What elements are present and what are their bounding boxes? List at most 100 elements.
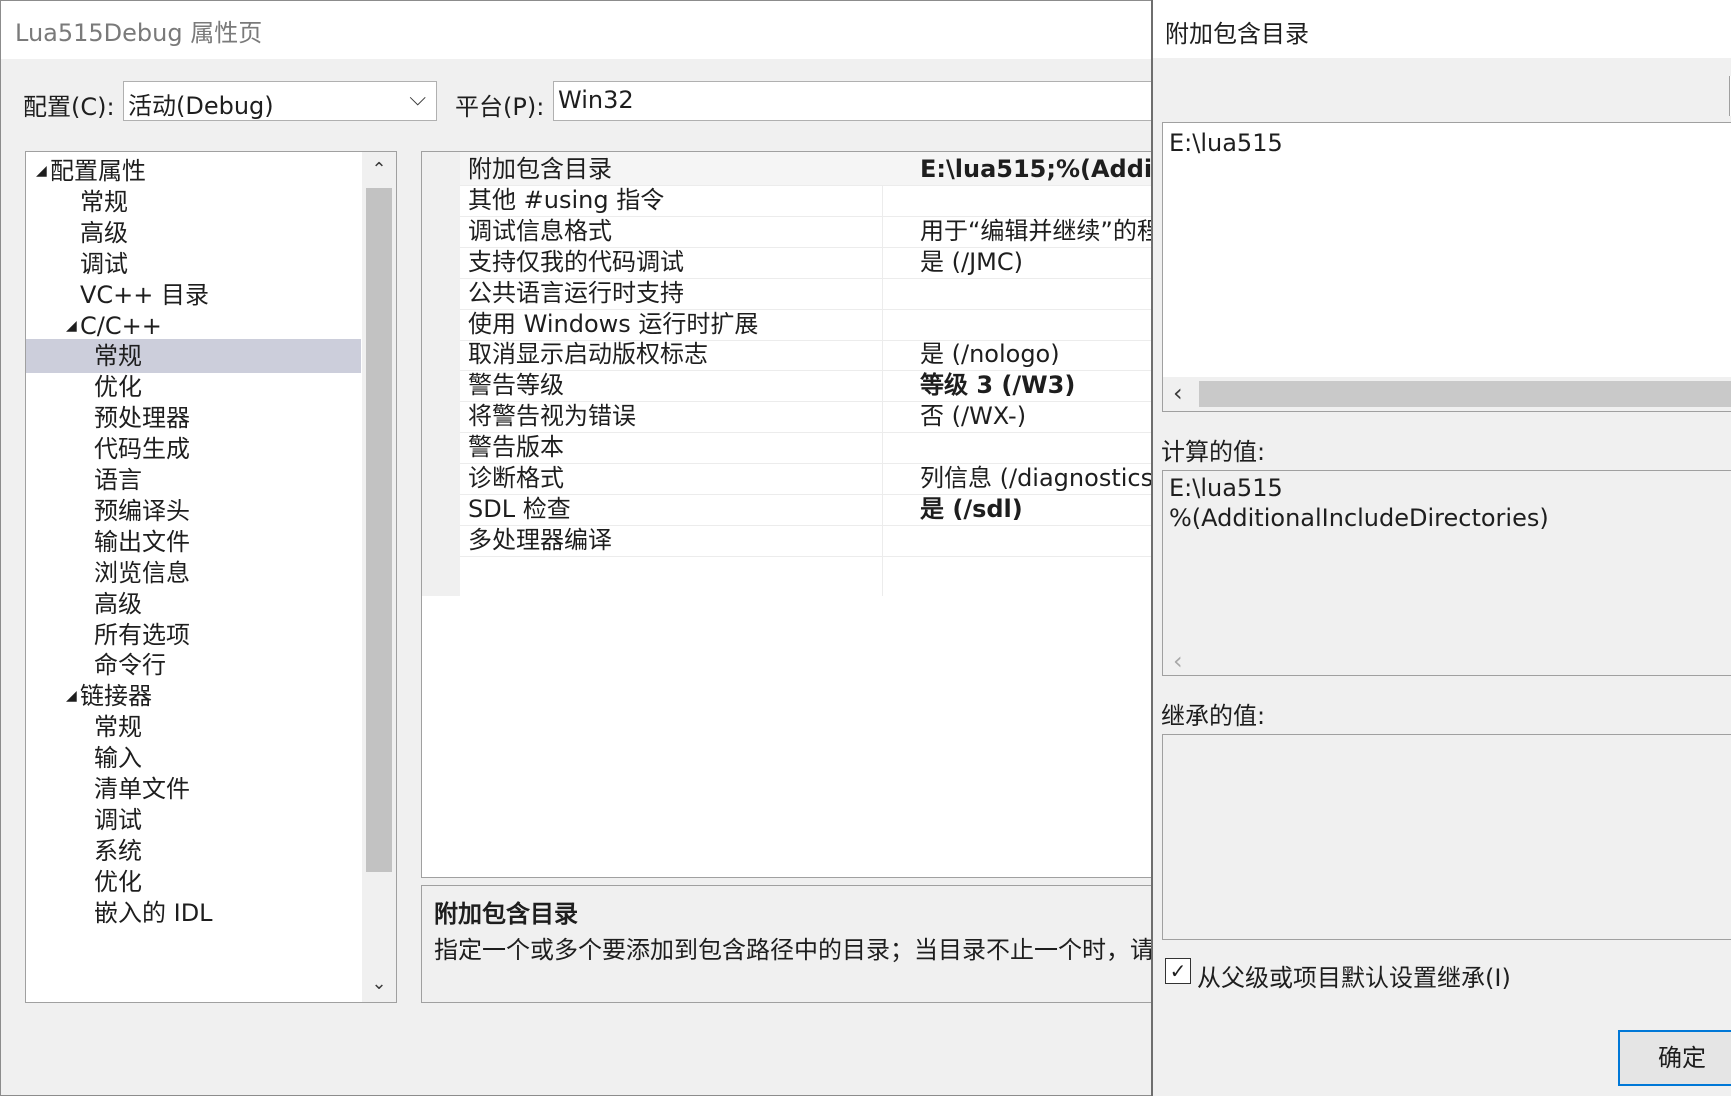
property-value[interactable]: 是 (/nologo) [920,337,1060,371]
property-value[interactable]: 否 (/WX-) [920,399,1026,433]
tree-item[interactable]: ◢ C/C++ [26,309,361,343]
property-value[interactable]: 是 (/sdl) [920,492,1023,526]
inherited-value-label: 继承的值: [1161,702,1266,730]
tree-item[interactable]: 系统 [26,834,361,868]
tree-item-label: 优化 [94,867,142,896]
property-name: 将警告视为错误 [468,402,636,431]
property-row[interactable]: 取消显示启动版权标志 是 (/nologo) [460,337,1160,372]
platform-label: 平台(P): [455,93,545,121]
tree-item[interactable]: 调试 [26,247,361,281]
inherit-checkbox[interactable]: ✓ [1165,958,1191,984]
tree-item[interactable]: 优化 [26,370,361,404]
description-panel: 附加包含目录 指定一个或多个要添加到包含路径中的目录；当目录不止一个时，请用分号… [421,885,1161,1003]
tree-item-label: 预编译头 [94,496,190,525]
config-label: 配置(C): [23,93,115,121]
property-name: 警告版本 [468,433,564,462]
expand-caret-icon[interactable]: ◢ [66,309,77,343]
property-value[interactable]: E:\lua515;%(AdditionalIncludeDirectories… [920,152,1160,186]
tree-item-label: 命令行 [94,651,166,680]
dialog-title-bar: 附加包含目录 [1153,0,1731,58]
config-dropdown[interactable]: 活动(Debug) ⌵ [123,81,437,121]
tree-item[interactable]: 调试 [26,803,361,837]
tree-item[interactable]: 输出文件 [26,525,361,559]
tree-item-label: 语言 [94,466,142,494]
property-value[interactable]: 列信息 (/diagnostics:column) [920,461,1160,495]
config-value: 活动(Debug) [128,92,274,120]
tree-item[interactable]: 命令行 [26,648,361,682]
property-name: 其他 #using 指令 [468,185,665,214]
tree-item[interactable]: 高级 [26,587,361,621]
property-row[interactable]: SDL 检查 是 (/sdl) [460,492,1160,526]
property-row[interactable]: 将警告视为错误 否 (/WX-) [460,399,1160,434]
property-row[interactable]: 支持仅我的代码调试 是 (/JMC) [460,245,1160,279]
dialog-title: 附加包含目录 [1165,20,1309,48]
ok-button[interactable]: 确定 [1618,1030,1731,1086]
tree-item[interactable]: 常规 [26,339,361,374]
property-value[interactable]: 等级 3 (/W3) [920,368,1075,402]
property-value[interactable]: 是 (/JMC) [920,245,1023,279]
directory-edit-text[interactable]: E:\lua515 [1169,127,1283,159]
tree-item[interactable]: 嵌入的 IDL [26,896,361,930]
tree-item-label: 高级 [80,218,128,247]
tree-item[interactable]: 所有选项 [26,618,361,652]
tree-item-label: 调试 [94,805,142,834]
property-grid: 附加包含目录 E:\lua515;%(AdditionalIncludeDirec… [421,151,1161,878]
tree-item[interactable]: ◢ 链接器 [26,679,361,713]
property-name: SDL 检查 [468,494,571,523]
tree-item-label: 输入 [94,744,142,773]
tree-item-label: 输出文件 [94,527,190,556]
scroll-thumb[interactable] [1199,381,1731,407]
computed-value-label: 计算的值: [1161,438,1266,466]
tree-item[interactable]: 输入 [26,741,361,775]
property-row[interactable]: 警告版本 [460,430,1160,465]
tree-item-label: 常规 [94,342,142,371]
tree-item[interactable]: 常规 [26,710,361,744]
grid-gutter [422,152,460,596]
scroll-down-icon[interactable]: ⌄ [362,968,396,1000]
property-row[interactable]: 附加包含目录 E:\lua515;%(AdditionalIncludeDirec… [460,152,1160,186]
tree-item[interactable]: 预编译头 [26,494,361,528]
tree-item-label: 嵌入的 IDL [94,898,213,927]
inherited-value-box [1162,734,1731,940]
property-row[interactable]: 公共语言运行时支持 [460,276,1160,310]
inherit-checkbox-label[interactable]: 从父级或项目默认设置继承(I) [1197,958,1511,993]
edit-horizontal-scrollbar[interactable]: ‹ [1163,377,1731,411]
tree-item-label: 预处理器 [94,404,190,433]
platform-dropdown[interactable]: Win32 [553,81,1153,121]
tree-item[interactable]: 语言 [26,463,361,497]
property-row[interactable]: 诊断格式 列信息 (/diagnostics:column) [460,461,1160,495]
scroll-left-icon[interactable]: ‹ [1173,379,1183,407]
tree-item[interactable]: 优化 [26,865,361,899]
tree-scrollbar[interactable]: ⌃ ⌄ [362,152,396,1002]
computed-line: E:\lua515 [1169,474,1283,502]
directory-edit-box[interactable]: E:\lua515 ‹ [1162,122,1731,412]
expand-caret-icon[interactable]: ◢ [66,679,77,713]
description-title: 附加包含目录 [434,900,578,928]
property-row[interactable]: 多处理器编译 [460,523,1160,557]
tree-item[interactable]: VC++ 目录 [26,278,361,312]
tree-item[interactable]: 清单文件 [26,772,361,806]
property-row[interactable]: 其他 #using 指令 [460,183,1160,217]
expand-caret-icon[interactable]: ◢ [36,154,47,188]
tree-item-label: 链接器 [80,682,152,711]
property-value[interactable]: 用于“编辑并继续”的程序数据库 (/ZI) [920,214,1160,248]
tree-item[interactable]: 高级 [26,216,361,250]
tree-item[interactable]: 常规 [26,185,361,219]
chevron-down-icon: ⌵ [409,86,426,111]
scroll-thumb[interactable] [366,188,392,872]
scroll-up-icon[interactable]: ⌃ [362,154,396,186]
property-name: 使用 Windows 运行时扩展 [468,309,759,338]
title-bar: Lua515Debug 属性页 [1,1,1151,59]
tree-item[interactable]: 预处理器 [26,401,361,435]
property-row[interactable]: 警告等级 等级 3 (/W3) [460,368,1160,403]
tree-item[interactable]: ◢ 配置属性 [26,154,361,188]
property-row[interactable]: 调试信息格式 用于“编辑并继续”的程序数据库 (/ZI) [460,214,1160,248]
property-row[interactable]: 使用 Windows 运行时扩展 [460,307,1160,341]
tree-item[interactable]: 浏览信息 [26,556,361,590]
tree-item[interactable]: 代码生成 [26,432,361,466]
platform-value: Win32 [558,86,634,114]
property-name: 警告等级 [468,371,564,400]
tree-item-label: C/C++ [80,311,162,340]
tree-item-label: 浏览信息 [94,558,190,587]
scroll-left-icon: ‹ [1173,647,1183,675]
